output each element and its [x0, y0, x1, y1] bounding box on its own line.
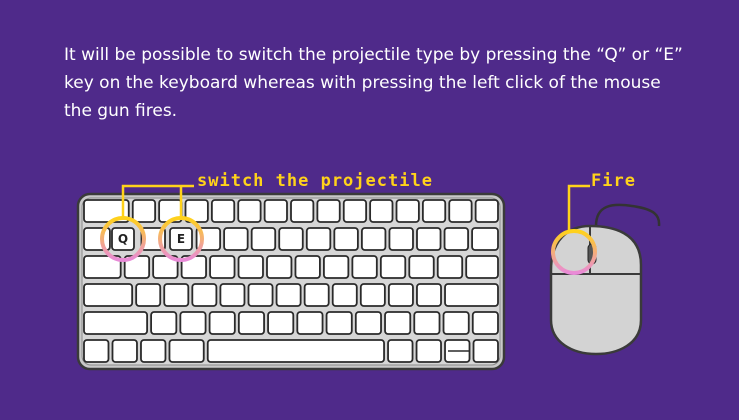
keyboard-key	[263, 199, 288, 223]
keyboard-key	[237, 311, 265, 335]
keyboard-key	[208, 311, 236, 335]
keyboard-key	[325, 311, 353, 335]
keyboard-key	[316, 199, 341, 223]
keyboard-key	[247, 283, 274, 307]
keyboard-key	[444, 283, 499, 307]
keyboard-key	[436, 255, 464, 279]
keyboard-key	[413, 311, 441, 335]
keyboard-key	[223, 227, 249, 251]
keyboard-key	[209, 255, 236, 279]
keyboard-key	[415, 339, 442, 363]
keyboard-key	[206, 339, 385, 363]
key-q-letter: Q	[118, 232, 128, 246]
keyboard-key	[379, 255, 407, 279]
keyboard-key	[140, 339, 167, 363]
keyboard-key	[448, 199, 473, 223]
keyboard-key	[471, 311, 499, 335]
keyboard-key	[267, 311, 295, 335]
keyboard-key	[416, 283, 442, 307]
keyboard-key	[163, 283, 190, 307]
keyboard-key	[250, 227, 277, 251]
keyboard-key	[83, 339, 110, 363]
keyboard-key	[416, 227, 442, 251]
key-e-letter: E	[177, 232, 185, 246]
keyboard-key	[135, 283, 162, 307]
keyboard-key	[111, 339, 138, 363]
keyboard-key	[237, 199, 262, 223]
keyboard-key	[179, 311, 207, 335]
keyboard-key	[408, 255, 435, 279]
keyboard-key	[296, 311, 324, 335]
keyboard-key	[384, 311, 412, 335]
keyboard-key	[294, 255, 321, 279]
mouse-body	[549, 224, 643, 356]
keyboard-key	[395, 199, 420, 223]
keyboard-key	[266, 255, 293, 279]
keyboard-key	[290, 199, 315, 223]
keyboard-key	[150, 311, 178, 335]
keyboard-key	[210, 199, 236, 223]
keyboard-key	[387, 339, 414, 363]
keyboard-key	[354, 311, 382, 335]
keyboard-key	[421, 199, 447, 223]
keyboard-key	[472, 339, 499, 363]
keyboard-key	[191, 283, 218, 307]
keyboard-key	[323, 255, 350, 279]
keyboard-key	[351, 255, 378, 279]
keyboard-key	[474, 199, 499, 223]
keyboard-key	[442, 311, 470, 335]
keyboard-key	[443, 227, 469, 251]
keyboard-key	[131, 199, 157, 223]
keyboard-key	[305, 227, 332, 251]
keyboard-key	[331, 283, 358, 307]
keyboard-key	[388, 227, 414, 251]
keyboard-key	[333, 227, 359, 251]
mouse	[549, 203, 661, 356]
keyboard-key	[219, 283, 246, 307]
keyboard-key	[237, 255, 264, 279]
keyboard-key	[83, 227, 111, 251]
keyboard-key	[465, 255, 499, 279]
keyboard-key	[387, 283, 414, 307]
keyboard-key	[83, 311, 149, 335]
keyboard-key	[369, 199, 394, 223]
keyboard-key	[278, 227, 304, 251]
keyboard-key	[168, 339, 205, 363]
keyboard-key	[360, 227, 387, 251]
keyboard	[76, 192, 506, 371]
keyboard-key	[303, 283, 330, 307]
keyboard-key	[275, 283, 302, 307]
keyboard-key	[342, 199, 368, 223]
keyboard-key	[359, 283, 386, 307]
keyboard-key	[471, 227, 499, 251]
keyboard-key	[83, 283, 134, 307]
illustration: Q E	[76, 184, 661, 371]
